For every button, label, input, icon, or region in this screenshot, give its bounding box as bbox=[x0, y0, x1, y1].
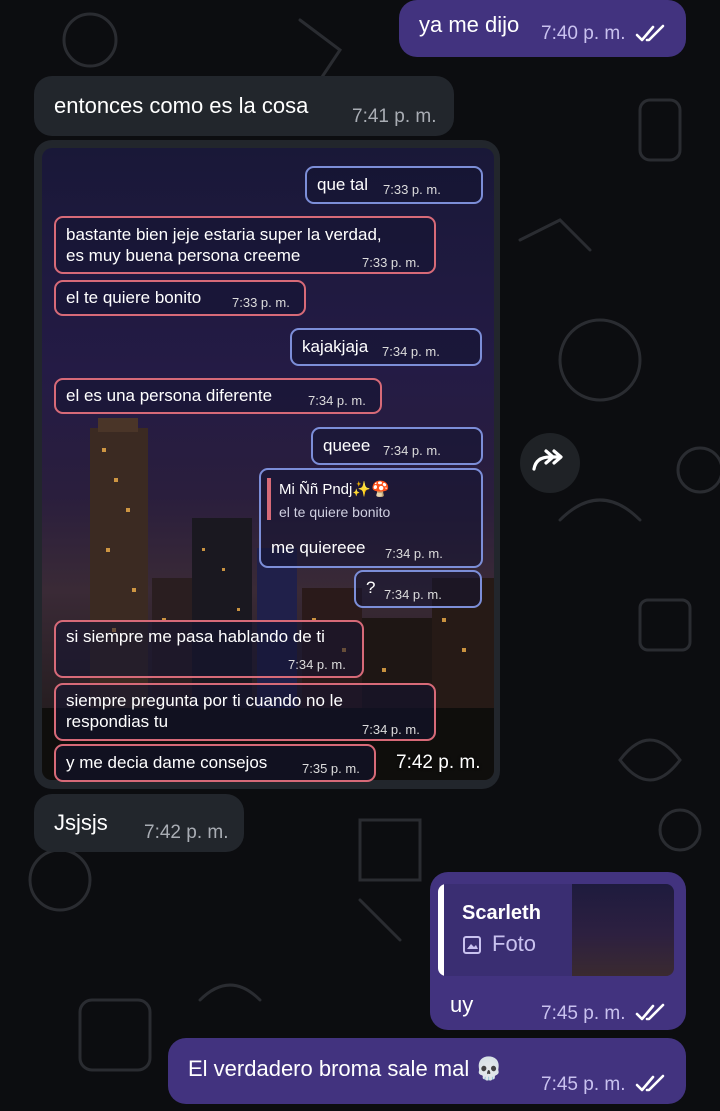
photo-bubble-time: 7:35 p. m. bbox=[302, 761, 360, 776]
message-text: El verdadero broma sale mal 💀 bbox=[188, 1056, 503, 1081]
photo-bubble-time: 7:33 p. m. bbox=[362, 255, 420, 270]
photo-bubble-text: el te quiere bonito bbox=[66, 288, 202, 307]
photo-bubble-time: 7:33 p. m. bbox=[383, 182, 441, 197]
reply-preview[interactable]: Scarleth Foto bbox=[438, 884, 674, 976]
message-time: 7:45 p. m. bbox=[541, 1003, 626, 1024]
photo-bubble-outgoing-reply: Mi Ññ Pndj✨🍄 el te quiere bonito me quie… bbox=[259, 468, 483, 568]
photo-bubble-text: ? bbox=[366, 578, 376, 597]
photo-bubble-incoming: y me decia dame consejos 7:35 p. m. bbox=[54, 744, 376, 782]
photo-bubble-outgoing: ? 7:34 p. m. bbox=[354, 570, 482, 608]
photo-bubble-text: bastante bien jeje estaria super la verd… bbox=[66, 225, 382, 244]
message-bubble-incoming[interactable]: entonces como es la cosa 7:41 p. m. bbox=[34, 76, 454, 136]
photo-bubble-text: el es una persona diferente bbox=[66, 386, 273, 405]
photo-reply-name: Mi Ññ Pndj✨🍄 bbox=[279, 481, 390, 498]
photo-bubble-text: si siempre me pasa hablando de ti bbox=[66, 627, 325, 646]
reply-thumbnail bbox=[572, 884, 674, 976]
message-time: 7:45 p. m. bbox=[541, 1074, 626, 1095]
photo-reply-bar bbox=[267, 478, 271, 520]
photo-bubble-outgoing: kajakjaja 7:34 p. m. bbox=[290, 328, 482, 366]
photo-bubble-text: siempre pregunta por ti cuando no le bbox=[66, 691, 343, 710]
photo-bubble-text-line2: respondias tu bbox=[66, 712, 169, 731]
photo-bubble-time: 7:33 p. m. bbox=[232, 295, 290, 310]
double-check-icon bbox=[635, 1003, 665, 1021]
photo-bubble-text: y me decia dame consejos bbox=[66, 753, 268, 772]
message-bubble-incoming[interactable]: Jsjsjs 7:42 p. m. bbox=[34, 794, 244, 852]
message-time: 7:41 p. m. bbox=[352, 106, 437, 127]
photo-bubble-incoming: si siempre me pasa hablando de ti 7:34 p… bbox=[54, 620, 364, 678]
message-text: uy bbox=[450, 992, 474, 1017]
photo-bubble-text: que tal bbox=[317, 175, 369, 194]
message-text: Jsjsjs bbox=[54, 810, 108, 835]
message-time: 7:42 p. m. bbox=[144, 822, 229, 843]
message-time: 7:42 p. m. bbox=[396, 752, 481, 773]
photo-bubble-time: 7:34 p. m. bbox=[383, 443, 441, 458]
photo-bubble-outgoing: queee 7:34 p. m. bbox=[311, 427, 483, 465]
photo-bubble-time: 7:34 p. m. bbox=[362, 722, 420, 737]
forward-button[interactable] bbox=[520, 433, 580, 493]
photo-bubble-incoming: el es una persona diferente 7:34 p. m. bbox=[54, 378, 382, 414]
photo-bubble-time: 7:34 p. m. bbox=[385, 546, 443, 561]
photo-bubble-time: 7:34 p. m. bbox=[384, 587, 442, 602]
photo-bubble-time: 7:34 p. m. bbox=[288, 657, 346, 672]
reply-accent-bar bbox=[438, 884, 444, 976]
photo-reply-text: el te quiere bonito bbox=[279, 504, 391, 520]
message-text: entonces como es la cosa bbox=[54, 93, 309, 118]
double-check-icon bbox=[635, 1074, 665, 1092]
photo-bubble-text: queee bbox=[323, 436, 371, 455]
photo-bubble-time: 7:34 p. m. bbox=[308, 393, 366, 408]
reply-sender-name: Scarleth bbox=[462, 902, 541, 924]
photo-bubble-time: 7:34 p. m. bbox=[382, 344, 440, 359]
forward-icon bbox=[532, 449, 563, 471]
reply-type-label: Foto bbox=[492, 931, 537, 956]
photo-bubble-text: kajakjaja bbox=[302, 337, 369, 356]
photo-bubble-outgoing: que tal 7:33 p. m. bbox=[305, 166, 483, 204]
image-icon bbox=[463, 936, 481, 954]
message-bubble-outgoing[interactable]: El verdadero broma sale mal 💀 7:45 p. m. bbox=[168, 1038, 686, 1104]
message-text: ya me dijo bbox=[419, 12, 520, 37]
photo-bubble-incoming: siempre pregunta por ti cuando no le res… bbox=[54, 683, 436, 741]
photo-bubble-text-line2: es muy buena persona creeme bbox=[66, 246, 301, 265]
photo-bubble-incoming: bastante bien jeje estaria super la verd… bbox=[54, 216, 436, 274]
photo-bubble-text: me quiereee bbox=[271, 538, 366, 557]
photo-bubble-incoming: el te quiere bonito 7:33 p. m. bbox=[54, 280, 306, 316]
message-time: 7:40 p. m. bbox=[541, 23, 626, 44]
double-check-icon bbox=[635, 24, 665, 42]
message-bubble-outgoing[interactable]: ya me dijo 7:40 p. m. bbox=[399, 0, 686, 57]
